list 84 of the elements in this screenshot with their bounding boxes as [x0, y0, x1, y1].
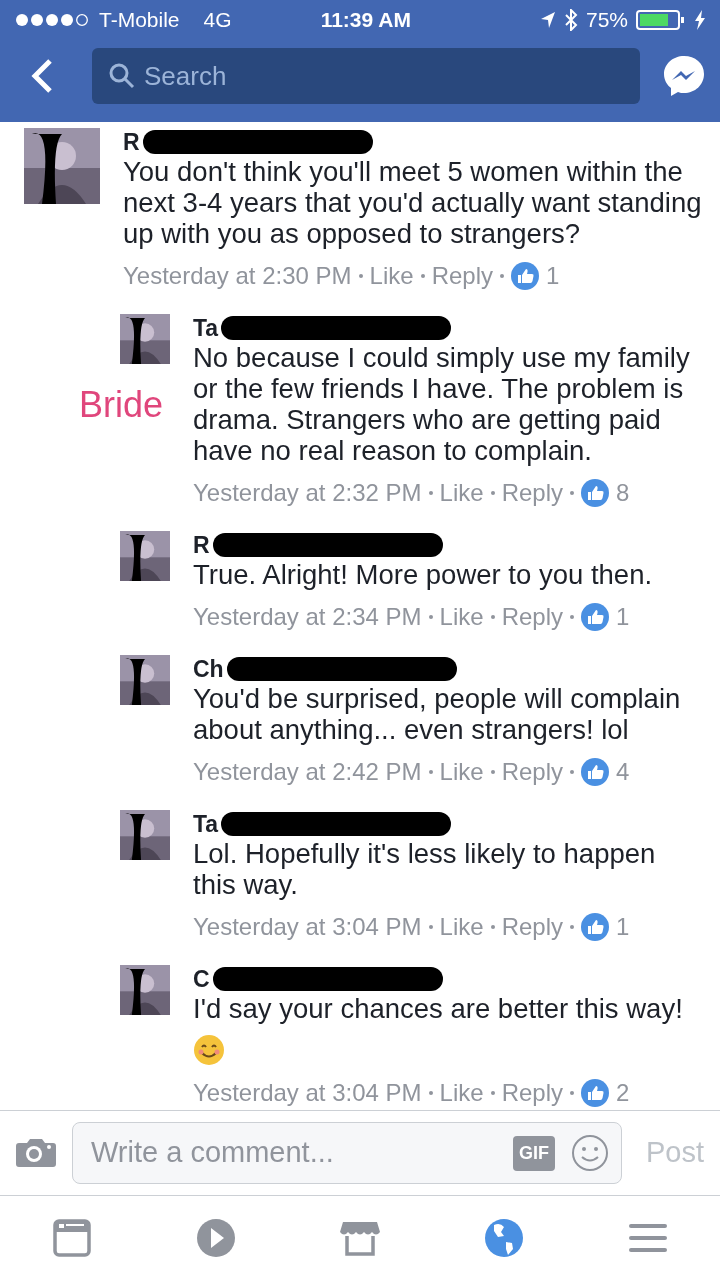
separator-dot [428, 615, 433, 619]
search-field[interactable]: Search [92, 48, 640, 104]
separator-dot [428, 491, 433, 495]
battery-percent: 75% [585, 7, 628, 34]
gif-button[interactable]: GIF [512, 1135, 555, 1171]
separator-dot [490, 615, 495, 619]
like-count-icon [581, 913, 609, 941]
commenter-name[interactable]: Ta [193, 810, 219, 838]
comment-time: Yesterday at 2:30 PM [123, 261, 352, 291]
separator-dot [570, 615, 574, 619]
post-button[interactable]: Post [645, 1131, 704, 1175]
separator-dot [500, 274, 504, 278]
charging-icon [694, 10, 706, 30]
separator-dot [490, 491, 495, 495]
network-type: 4G [203, 7, 232, 34]
like-count-icon [581, 479, 609, 507]
reaction-count: 4 [616, 757, 630, 787]
search-icon [108, 62, 136, 90]
battery-icon [636, 9, 686, 31]
signal-icon [14, 12, 91, 28]
bride-annotation: Bride [78, 383, 163, 427]
commenter-name[interactable]: C [193, 965, 210, 993]
location-icon [539, 11, 556, 29]
separator-dot [570, 1091, 574, 1095]
back-icon[interactable] [30, 58, 54, 94]
commenter-name[interactable]: R [123, 128, 140, 156]
search-placeholder: Search [144, 59, 227, 93]
reply-link[interactable]: Reply [501, 754, 563, 790]
comment-text: You'd be surprised, people will complain about anything... even strangers! lol [193, 683, 682, 745]
like-count-icon [581, 758, 609, 786]
carrier-name: T-Mobile [99, 7, 180, 34]
separator-dot [428, 1091, 433, 1095]
separator-dot [358, 274, 363, 278]
news-feed-icon[interactable] [50, 1216, 94, 1260]
like-count-icon [581, 1079, 609, 1107]
reaction-count: 1 [616, 602, 630, 632]
like-count-icon [581, 603, 609, 631]
like-link[interactable]: Like [439, 1075, 484, 1110]
commenter-name[interactable]: Ch [193, 655, 224, 683]
reaction-count: 1 [546, 261, 560, 291]
bluetooth-icon [563, 9, 578, 31]
messenger-icon[interactable] [662, 54, 706, 98]
separator-dot [428, 770, 433, 774]
comment-text: I'd say your chances are better this way! [193, 993, 684, 1024]
reply-link[interactable]: Reply [501, 1075, 563, 1110]
separator-dot [420, 274, 425, 278]
separator-dot [570, 925, 574, 929]
clock: 11:39 AM [320, 7, 411, 34]
comment-time: Yesterday at 2:42 PM [193, 757, 422, 787]
reaction-count: 8 [616, 478, 630, 508]
separator-dot [570, 491, 574, 495]
comment-text: True. Alright! More power to you then. [193, 559, 654, 590]
emoji-icon[interactable] [570, 1134, 609, 1172]
reply-link[interactable]: Reply [501, 475, 563, 511]
like-link[interactable]: Like [439, 475, 484, 511]
play-icon[interactable] [194, 1216, 238, 1260]
comment-input: Write a comment... [89, 1130, 497, 1176]
separator-dot [490, 1091, 495, 1095]
reaction-count: 1 [616, 912, 630, 942]
reply-link[interactable]: Reply [501, 599, 563, 635]
comment-text: You don't think you'll meet 5 women within the next 3-4 years that you'd actually want standing up with you as opposed to strangers? [123, 156, 703, 249]
like-count-icon [511, 262, 539, 290]
like-link[interactable]: Like [439, 909, 484, 945]
comment-time: Yesterday at 2:34 PM [193, 602, 422, 632]
camera-icon[interactable] [16, 1137, 56, 1169]
comment-time: Yesterday at 3:04 PM [193, 912, 422, 942]
separator-dot [570, 770, 574, 774]
separator-dot [490, 770, 495, 774]
comment-text: No because I could simply use my family or the few friends I have. The problem is drama. Strangers who are getting paid have no real reason to complain. [193, 342, 691, 466]
separator-dot [490, 925, 495, 929]
like-link[interactable]: Like [439, 599, 484, 635]
commenter-name[interactable]: R [193, 531, 210, 559]
reply-link[interactable]: Reply [431, 258, 493, 294]
reply-link[interactable]: Reply [501, 909, 563, 945]
like-link[interactable]: Like [439, 754, 484, 790]
globe-icon[interactable] [482, 1216, 526, 1260]
comment-text: Lol. Hopefully it's less likely to happen this way. [193, 838, 657, 900]
separator-dot [428, 925, 433, 929]
comment-field[interactable]: Write a comment... GIF [72, 1122, 622, 1184]
reaction-count: 2 [616, 1078, 630, 1108]
commenter-name[interactable]: Ta [193, 314, 219, 342]
comment-time: Yesterday at 3:04 PM [193, 1078, 422, 1108]
comment-time: Yesterday at 2:32 PM [193, 478, 422, 508]
like-link[interactable]: Like [369, 258, 414, 294]
